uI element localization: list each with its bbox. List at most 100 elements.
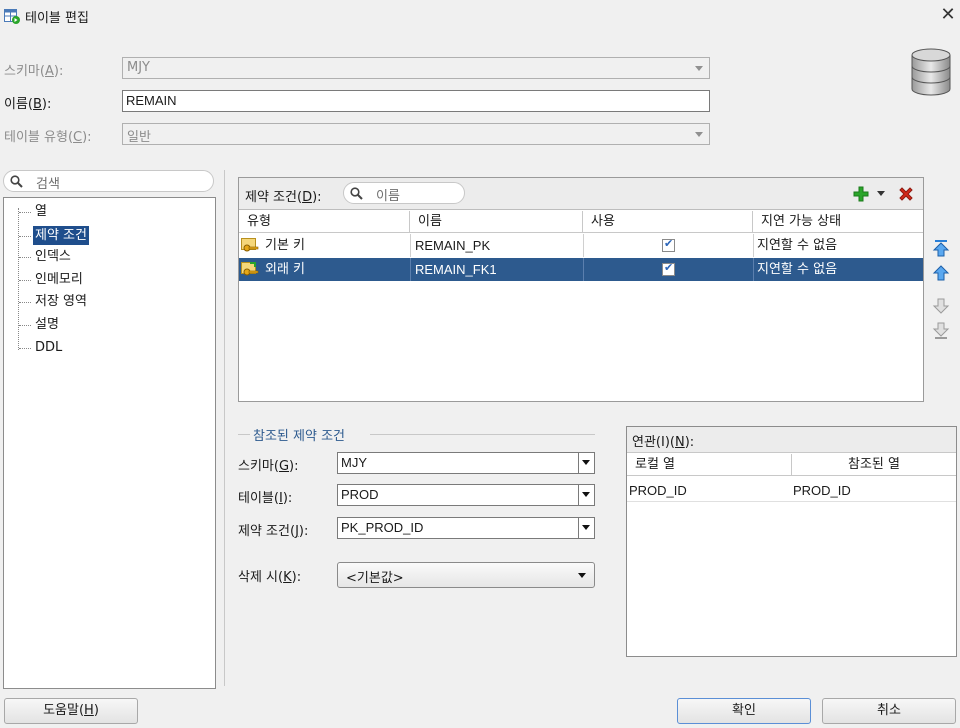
schema-value: MJY [127,60,150,75]
tree-connector [19,348,31,349]
constraint-deferrable: 지연할 수 없음 [757,238,838,253]
dropdown-button[interactable] [578,485,594,505]
title-bar: 테이블 편집 ✕ [0,0,960,32]
enabled-checkbox[interactable] [662,237,675,252]
search-icon [350,187,363,200]
tree-connector [19,325,31,326]
tree-item-storage[interactable]: 저장 영역 [33,292,89,311]
tree-connector [19,257,31,258]
name-field[interactable]: REMAIN [122,90,710,112]
column-header-name[interactable]: 이름 [410,211,583,233]
constraint-deferrable: 지연할 수 없음 [757,262,838,277]
column-header-deferrable[interactable]: 지연 가능 상태 [753,211,923,233]
association-label: 연관(I)(N): [632,435,695,450]
constraint-name: REMAIN_PK [415,238,491,253]
tree-item-constraints[interactable]: 제약 조건 [33,226,89,245]
ref-table-select[interactable]: PROD [337,484,595,506]
tree-connector [19,280,31,281]
ref-schema-select[interactable]: MJY [337,452,595,474]
table-type-combo: 일반 [122,123,710,145]
foreign-key-icon [241,262,259,276]
dropdown-button[interactable] [578,518,594,538]
delete-icon[interactable] [897,185,915,203]
tree-item-ddl[interactable]: DDL [33,338,64,357]
table-row[interactable]: 기본 키 REMAIN_PK 지연할 수 없음 [239,234,923,257]
tree-connector [19,236,31,237]
column-header-local[interactable]: 로컬 열 [627,454,792,476]
referenced-group-label: 참조된 제약 조건 [253,429,345,444]
close-icon[interactable]: ✕ [938,4,958,26]
ref-constraint-value: PK_PROD_ID [341,520,424,535]
chevron-down-icon [695,66,703,71]
ok-button[interactable]: 확인 [677,698,811,724]
group-border [238,434,250,435]
on-delete-label: 삭제 시(K): [238,570,302,585]
splitter[interactable] [224,170,225,686]
tree-line [18,208,19,350]
name-value: REMAIN [126,93,177,108]
column-header-enabled[interactable]: 사용 [583,211,753,233]
constraint-name: REMAIN_FK1 [415,262,497,277]
constraints-table: 제약 조건(D): 이름 유형 이름 사용 지연 가능 상태 기본 키 REMA… [238,177,924,402]
ref-schema-value: MJY [341,455,367,470]
table-row[interactable]: PROD_ID PROD_ID [627,479,956,502]
window-title: 테이블 편집 [25,11,89,26]
name-label: 이름(B): [4,97,52,112]
constraints-filter-input[interactable]: 이름 [343,182,465,204]
cell-divider [753,258,754,281]
constraints-label: 제약 조건(D): [245,190,322,205]
tree-connector [19,212,31,213]
enabled-checkbox[interactable] [662,261,675,276]
column-header-referenced[interactable]: 참조된 열 [792,454,956,476]
tree-item-columns[interactable]: 열 [33,202,49,221]
group-border [370,434,595,435]
tree-panel: 열 제약 조건 인덱스 인메모리 저장 영역 설명 DDL [3,197,216,689]
help-button[interactable]: 도움말(H) [4,698,138,724]
move-top-icon[interactable] [932,239,950,257]
move-down-icon [932,298,950,314]
schema-combo: MJY [122,57,710,79]
on-delete-select[interactable]: <기본값> [337,562,595,588]
cell-divider [583,258,584,281]
constraints-toolbar: 제약 조건(D): 이름 [239,178,923,210]
move-bottom-icon [932,322,950,339]
ref-table-value: PROD [341,487,379,502]
ref-table-label: 테이블(I): [238,491,293,506]
on-delete-value: <기본값> [346,571,404,586]
column-header-type[interactable]: 유형 [239,211,410,233]
cell-divider [753,234,754,257]
table-type-value: 일반 [127,130,151,145]
ref-schema-label: 스키마(G): [238,459,299,474]
tree-item-comment[interactable]: 설명 [33,315,61,334]
chevron-down-icon [695,132,703,137]
chevron-down-icon[interactable] [877,191,885,197]
constraint-type: 외래 키 [265,262,306,277]
primary-key-icon [241,238,259,252]
table-type-label: 테이블 유형(C): [4,130,92,145]
association-header: 연관(I)(N): [627,427,956,453]
schema-label: 스키마(A): [4,64,64,79]
cell-divider [583,234,584,257]
add-icon[interactable] [853,186,869,202]
cell-divider [410,258,411,281]
association-table: 연관(I)(N): 로컬 열 참조된 열 PROD_ID PROD_ID [626,426,957,657]
local-column-value: PROD_ID [629,483,687,498]
cell-divider [410,234,411,257]
tree-search-input[interactable]: 검색 [3,170,214,192]
constraints-filter-placeholder: 이름 [376,189,400,204]
ref-constraint-label: 제약 조건(J): [238,524,309,539]
ref-constraint-select[interactable]: PK_PROD_ID [337,517,595,539]
dropdown-button[interactable] [578,453,594,473]
cancel-button[interactable]: 취소 [822,698,956,724]
tree-item-inmemory[interactable]: 인메모리 [33,270,85,289]
table-row[interactable]: 외래 키 REMAIN_FK1 지연할 수 없음 [239,258,923,281]
move-up-icon[interactable] [932,264,950,282]
search-icon [10,175,23,188]
tree-search-placeholder: 검색 [36,177,60,192]
tree-connector [19,302,31,303]
chevron-down-icon [578,573,586,578]
database-icon [911,48,951,96]
tree-item-indexes[interactable]: 인덱스 [33,247,73,266]
referenced-column-value: PROD_ID [793,483,851,498]
constraint-type: 기본 키 [265,238,306,253]
